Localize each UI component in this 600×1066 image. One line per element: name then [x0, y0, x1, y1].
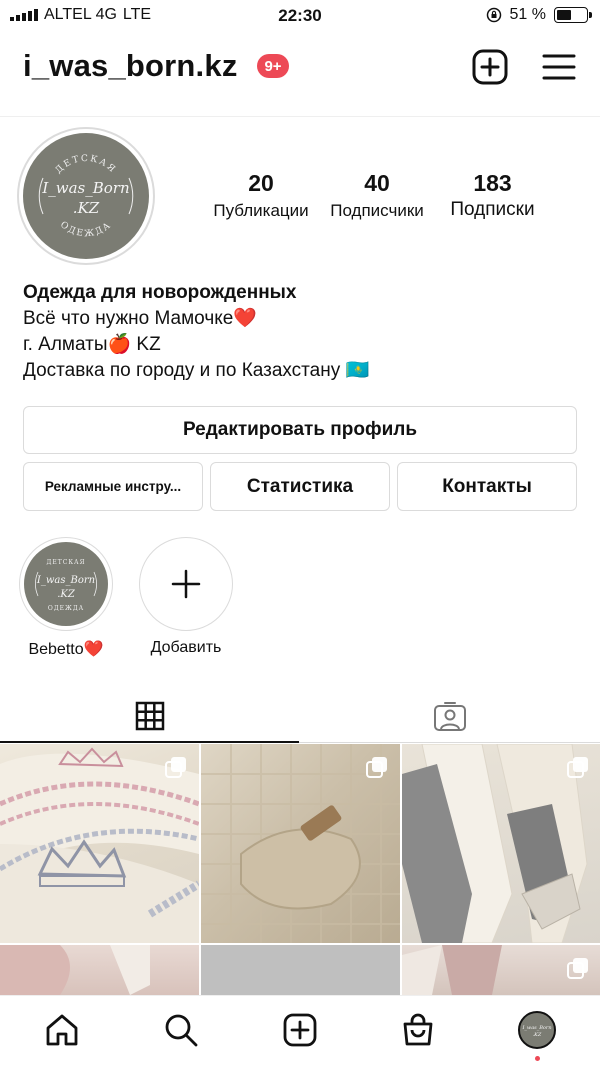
- active-tab-indicator: [0, 741, 299, 743]
- tagged-icon: [434, 702, 466, 731]
- stat-followers-value: 40: [364, 170, 390, 196]
- stat-following[interactable]: 183 Подписки: [440, 170, 545, 221]
- brand-logo: ДЕТСКАЯ I_was_Born .KZ ОДЕЖДА: [38, 154, 134, 239]
- profile-avatar[interactable]: ДЕТСКАЯ I_was_Born .KZ ОДЕЖДА: [17, 127, 155, 265]
- profile-bio: Одежда для новорожденных Всё что нужно М…: [23, 280, 369, 384]
- logo-bottom-text: ОДЕЖДА: [58, 220, 112, 239]
- svg-text:.KZ: .KZ: [533, 1032, 542, 1038]
- stat-posts-value: 20: [248, 170, 274, 196]
- nav-profile-button[interactable]: I_was_Born .KZ: [517, 1010, 557, 1050]
- logo-sub-text: .KZ: [73, 199, 100, 217]
- nav-home-button[interactable]: [42, 1010, 82, 1050]
- plus-icon: [171, 569, 201, 599]
- new-post-button[interactable]: [471, 48, 509, 86]
- multiple-photos-icon: [567, 757, 588, 778]
- header-divider: [0, 116, 600, 117]
- logo-top-text: ДЕТСКАЯ: [54, 154, 116, 176]
- battery-percent: 51 %: [509, 6, 546, 23]
- home-icon: [46, 1014, 78, 1046]
- highlight-label: Bebetto❤️: [28, 641, 104, 658]
- svg-text:ОДЕЖДА: ОДЕЖДА: [48, 605, 84, 612]
- svg-text:I_was_Born: I_was_Born: [36, 575, 95, 586]
- status-bar: ALTEL 4G LTE 22:30 51 %: [0, 0, 600, 32]
- new-post-icon: [472, 49, 508, 85]
- stat-followers-label: Подписчики: [330, 201, 424, 220]
- bio-line-2: г. Алматы🍎 KZ: [23, 334, 161, 355]
- ad-tools-button[interactable]: Рекламные инстру...: [23, 462, 203, 511]
- nav-search-button[interactable]: [161, 1010, 201, 1050]
- multiple-photos-icon: [366, 757, 387, 778]
- svg-text:.KZ: .KZ: [57, 589, 76, 600]
- battery-icon: [554, 7, 592, 23]
- svg-text:ДЕТСКАЯ: ДЕТСКАЯ: [54, 154, 118, 176]
- avatar-logo: ДЕТСКАЯ I_was_Born .KZ ОДЕЖДА: [23, 133, 149, 259]
- contacts-button[interactable]: Контакты: [397, 462, 577, 511]
- stat-posts-label: Публикации: [213, 201, 309, 220]
- profile-avatar-small: I_was_Born .KZ: [518, 1011, 556, 1049]
- profile-notification-dot: [535, 1056, 540, 1061]
- logo-main-text: I_was_Born: [41, 179, 129, 197]
- post-thumbnail[interactable]: [201, 744, 400, 943]
- highlight-ring: ДЕТСКАЯ I_was_Born .KZ ОДЕЖДА: [19, 537, 113, 631]
- bio-line-1: Всё что нужно Мамочке❤️: [23, 308, 257, 329]
- post-thumbnail[interactable]: [402, 744, 600, 943]
- multiple-photos-icon: [165, 757, 186, 778]
- search-icon: [165, 1014, 198, 1047]
- post-thumbnail[interactable]: [0, 945, 199, 995]
- post-thumbnail[interactable]: [201, 945, 400, 995]
- profile-name: Одежда для новорожденных: [23, 282, 297, 303]
- rotation-lock-icon: [486, 7, 501, 23]
- highlight-add[interactable]: Добавить: [139, 537, 233, 657]
- svg-text:ДЕТСКАЯ: ДЕТСКАЯ: [47, 559, 86, 566]
- add-highlight-label: Добавить: [150, 639, 222, 656]
- svg-text:I_was_Born: I_was_Born: [521, 1025, 551, 1031]
- post-thumbnail[interactable]: [402, 945, 600, 995]
- username-title[interactable]: i_was_born.kz: [23, 48, 238, 84]
- menu-icon: [542, 54, 576, 80]
- multiple-photos-icon: [567, 958, 588, 979]
- stat-followers[interactable]: 40 Подписчики: [322, 170, 432, 221]
- bio-line-3: Доставка по городу и по Казахстану 🇰🇿: [23, 360, 370, 381]
- highlight-logo: ДЕТСКАЯ I_was_Born .KZ ОДЕЖДА: [35, 559, 97, 612]
- bottom-navigation: I_was_Born .KZ: [0, 995, 600, 1066]
- mini-logo: I_was_Born .KZ: [521, 1025, 551, 1038]
- highlight-cover: ДЕТСКАЯ I_was_Born .KZ ОДЕЖДА: [24, 542, 108, 626]
- tab-tagged[interactable]: [300, 690, 600, 742]
- nav-create-button[interactable]: [280, 1010, 320, 1050]
- stat-following-label: Подписки: [450, 199, 535, 220]
- add-highlight-ring: [139, 537, 233, 631]
- profile-header: i_was_born.kz 9+: [0, 40, 600, 94]
- shop-icon: [403, 1013, 433, 1046]
- grid-icon: [135, 701, 165, 731]
- post-image-pink: [0, 945, 150, 995]
- tab-grid[interactable]: [0, 690, 300, 742]
- post-thumbnail[interactable]: [0, 744, 199, 943]
- nav-shop-button[interactable]: [398, 1010, 438, 1050]
- highlight-bebetto[interactable]: ДЕТСКАЯ I_was_Born .KZ ОДЕЖДА Bebetto❤️: [19, 537, 113, 659]
- svg-text:ОДЕЖДА: ОДЕЖДА: [58, 220, 114, 239]
- stat-posts[interactable]: 20 Публикации: [200, 170, 322, 221]
- menu-button[interactable]: [541, 48, 579, 86]
- notification-badge[interactable]: 9+: [257, 54, 289, 78]
- edit-profile-button[interactable]: Редактировать профиль: [23, 406, 577, 454]
- stat-following-value: 183: [473, 170, 512, 196]
- statistics-button[interactable]: Статистика: [210, 462, 390, 511]
- status-right: 51 %: [486, 6, 592, 24]
- create-icon: [283, 1013, 317, 1047]
